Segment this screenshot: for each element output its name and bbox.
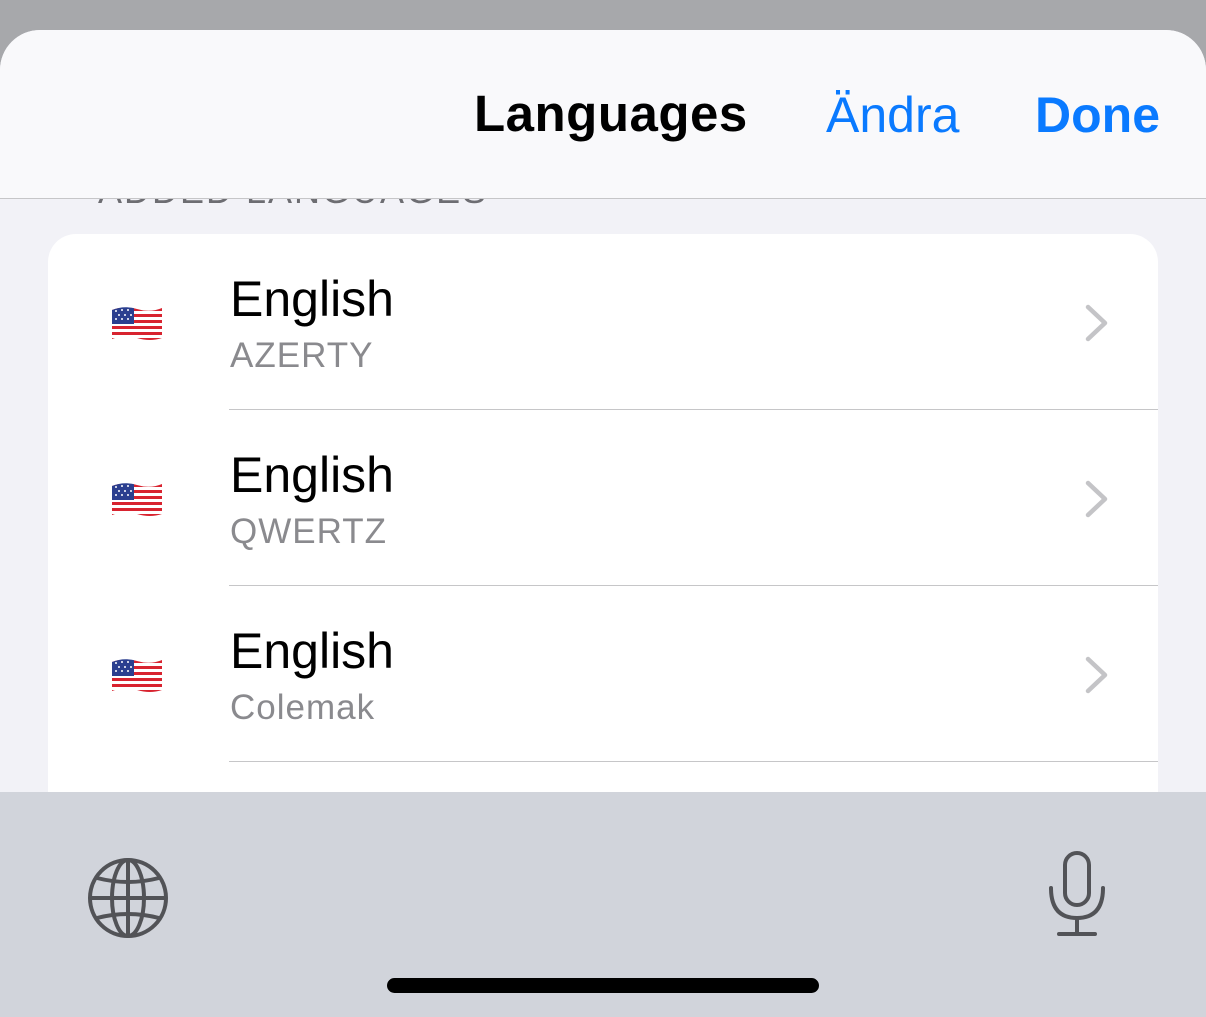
keyboard-accessory-bar [0,792,1206,1017]
language-name: English [230,447,394,503]
microphone-icon[interactable] [1046,850,1108,938]
chevron-right-icon [1085,304,1108,342]
language-row-qwertz[interactable]: English QWERTZ [48,410,1158,586]
globe-icon[interactable] [86,856,170,940]
language-row-azerty[interactable]: English AZERTY [48,234,1158,410]
chevron-right-icon [1085,480,1108,518]
page-title: Languages [474,85,748,142]
chevron-right-icon [1085,656,1108,694]
navigation-bar: Languages Ändra Done [0,30,1206,199]
language-name: English [230,271,394,327]
us-flag-icon [112,659,162,693]
language-name: English [230,623,394,679]
us-flag-icon [112,307,162,341]
language-row-colemak[interactable]: English Colemak [48,586,1158,762]
language-list: English AZERTY English QWERTZ English Co… [48,234,1158,834]
us-flag-icon [112,483,162,517]
edit-button[interactable]: Ändra [826,86,959,144]
row-divider [229,761,1158,762]
keyboard-layout: QWERTZ [230,512,388,551]
keyboard-layout: AZERTY [230,336,374,375]
keyboard-layout: Colemak [230,688,376,727]
home-indicator[interactable] [387,978,819,993]
done-button[interactable]: Done [1035,86,1160,144]
